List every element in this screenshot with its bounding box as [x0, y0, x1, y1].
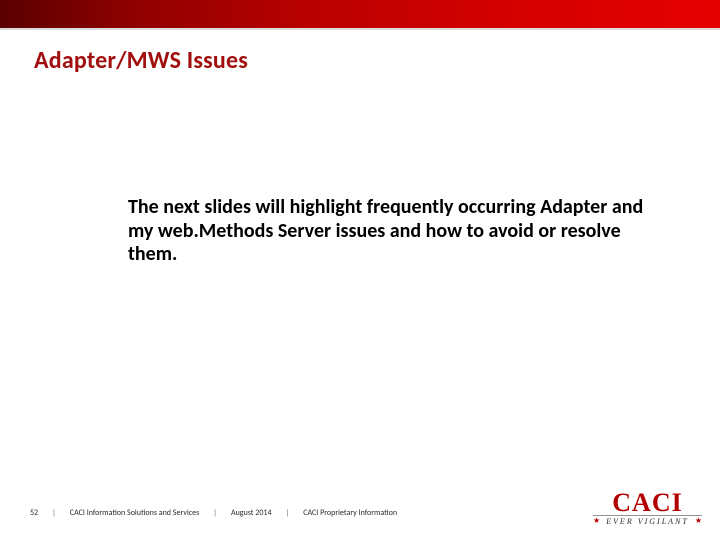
slide: Adapter/MWS Issues The next slides will …: [0, 0, 720, 540]
header-bar: [0, 0, 720, 30]
body-text: The next slides will highlight frequentl…: [128, 196, 648, 267]
star-icon: ★: [695, 517, 702, 525]
footer-date: August 2014: [231, 508, 272, 518]
logo-tagline: EVER VIGILANT: [606, 517, 689, 526]
logo-name: CACI: [593, 491, 702, 514]
separator-icon: |: [52, 508, 56, 518]
footer: 52 | CACI Information Solutions and Serv…: [30, 508, 397, 518]
footer-classification: CACI Proprietary Information: [303, 508, 397, 518]
footer-org: CACI Information Solutions and Services: [70, 508, 199, 518]
separator-icon: |: [286, 508, 290, 518]
separator-icon: |: [213, 508, 217, 518]
slide-title: Adapter/MWS Issues: [34, 46, 248, 75]
logo-tagline-row: ★ EVER VIGILANT ★: [593, 517, 702, 526]
page-number: 52: [30, 508, 38, 518]
star-icon: ★: [593, 517, 600, 525]
company-logo: CACI ★ EVER VIGILANT ★: [593, 491, 702, 526]
